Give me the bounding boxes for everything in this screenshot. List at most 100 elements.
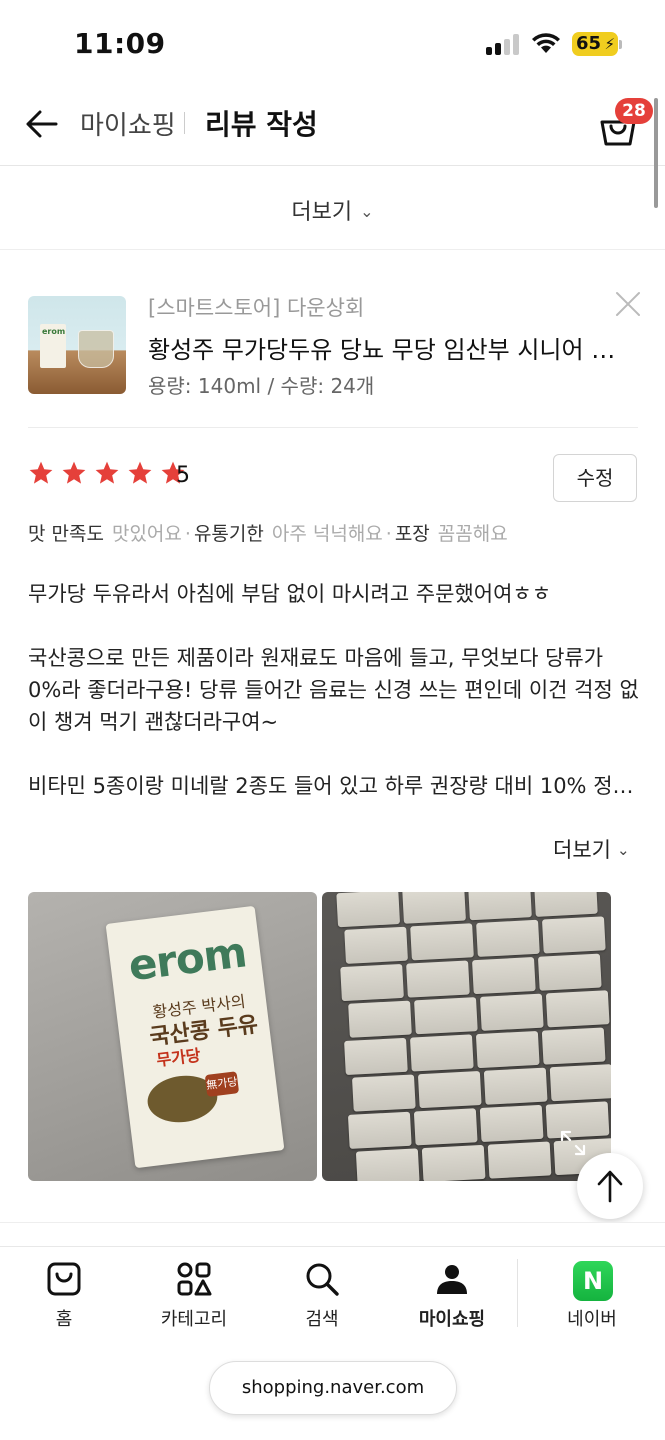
star-icon — [62, 461, 86, 484]
bottom-tab-bar: 홈 카테고리 검색 마이쇼핑 N 네이버 — [0, 1246, 665, 1346]
tab-search[interactable]: 검색 — [262, 1247, 382, 1347]
package-item — [479, 1104, 544, 1143]
home-bag-icon — [47, 1262, 81, 1296]
section-divider — [0, 1222, 665, 1246]
battery-icon: 65 ⚡ — [572, 32, 618, 56]
wifi-icon — [532, 33, 560, 53]
search-icon — [306, 1263, 339, 1296]
package-item — [534, 892, 598, 917]
box-seal: 無가당 — [204, 1071, 240, 1097]
page-header: 마이쇼핑 리뷰 작성 28 — [0, 88, 665, 166]
cart-count-badge: 28 — [615, 98, 653, 124]
product-name: 황성주 무가당두유 당뇨 무당 임산부 시니어 국산콩 두유 140ml 24개 — [148, 336, 618, 364]
package-item — [479, 993, 544, 1031]
charging-bolt-icon: ⚡ — [604, 35, 615, 53]
attr-key-taste: 맛 만족도 — [28, 523, 104, 545]
thumb-cup — [78, 330, 114, 368]
review-paragraph-1: 무가당 두유라서 아침에 부담 없이 마시려고 주문했어여ㅎㅎ — [28, 582, 552, 606]
tab-label: 네이버 — [567, 1309, 617, 1330]
back-arrow-icon[interactable] — [24, 106, 60, 142]
attr-separator: · — [385, 523, 392, 545]
package-item — [340, 963, 404, 1002]
package-item — [413, 1108, 478, 1146]
package-item — [472, 957, 536, 995]
attr-key-expiry: 유통기한 — [193, 523, 264, 545]
package-item — [344, 926, 408, 964]
tab-label: 홈 — [55, 1309, 73, 1330]
tab-myshopping[interactable]: 마이쇼핑 — [392, 1247, 512, 1347]
attr-key-packaging: 포장 — [394, 523, 430, 545]
star-icon — [95, 461, 119, 484]
breadcrumb-separator — [184, 112, 185, 134]
naver-n-icon: N — [573, 1261, 613, 1301]
thumb-product-box: erom — [40, 324, 66, 368]
expand-icon[interactable] — [558, 1128, 588, 1158]
package-item — [409, 1034, 474, 1072]
breadcrumb-myshopping[interactable]: 마이쇼핑 — [80, 105, 176, 142]
person-icon — [437, 1265, 467, 1294]
battery-cap — [619, 40, 622, 49]
product-thumbnail[interactable]: erom — [28, 296, 126, 394]
more-label: 더보기 — [553, 838, 611, 862]
package-item — [545, 990, 610, 1028]
battery-level: 65 — [576, 33, 602, 54]
package-item — [402, 892, 466, 924]
chevron-down-icon: ⌄ — [616, 841, 630, 859]
rating-value: 5 — [176, 463, 190, 488]
star-rating — [28, 460, 188, 490]
package-item — [541, 1027, 606, 1065]
review-photo-1[interactable]: erom 황성주 박사의 국산콩 두유 무가당 無가당 — [28, 892, 317, 1181]
product-option: 용량: 140ml / 수량: 24개 — [148, 374, 375, 398]
package-item — [414, 997, 478, 1035]
scroll-to-top-button[interactable] — [577, 1153, 643, 1219]
chevron-down-icon: ⌄ — [360, 202, 374, 221]
page-title: 리뷰 작성 — [205, 108, 318, 141]
package-item — [549, 1064, 611, 1102]
status-bar: 11:09 65 ⚡ — [0, 0, 665, 88]
store-name: [스마트스토어] 다운상회 — [148, 296, 365, 320]
more-button-top[interactable]: 더보기 ⌄ — [0, 194, 665, 226]
package-item — [541, 916, 606, 954]
review-paragraph-2: 국산콩으로 만든 제품이라 원재료도 마음에 들고, 무엇보다 당류가 0%라 … — [28, 646, 639, 734]
review-paragraph-3: 비타민 5종이랑 미네랄 2종도 들어 있고 하루 권장량 대비 10% 정도 … — [28, 774, 640, 798]
more-button-review[interactable]: 더보기 ⌄ — [553, 834, 630, 864]
attr-separator: · — [184, 523, 191, 545]
tab-home[interactable]: 홈 — [4, 1247, 124, 1347]
package-item — [483, 1067, 548, 1105]
star-icon — [128, 461, 152, 484]
edit-review-button[interactable]: 수정 — [553, 454, 637, 502]
close-icon[interactable] — [614, 290, 642, 318]
package-item — [417, 1071, 482, 1109]
package-item — [406, 960, 470, 998]
box-line-3: 무가당 — [155, 1045, 202, 1070]
box-brand: erom — [125, 927, 249, 991]
package-item — [344, 1037, 408, 1076]
rating-row: 5 수정 — [28, 452, 638, 504]
thumb-brand: erom — [42, 327, 66, 336]
product-card[interactable]: erom [스마트스토어] 다운상회 황성주 무가당두유 당뇨 무당 임산부 시… — [28, 282, 640, 428]
tab-label: 카테고리 — [160, 1309, 228, 1330]
package-item — [410, 923, 474, 961]
more-label: 더보기 — [291, 200, 353, 225]
soy-milk-box: erom 황성주 박사의 국산콩 두유 무가당 無가당 — [105, 905, 285, 1169]
arrow-up-icon — [597, 1170, 623, 1203]
tab-label: 검색 — [305, 1309, 339, 1330]
status-time: 11:09 — [74, 27, 166, 60]
review-body: 무가당 두유라서 아침에 부담 없이 마시려고 주문했어여ㅎㅎ 국산콩으로 만든… — [28, 578, 640, 834]
cellular-signal-icon — [486, 33, 520, 55]
more-section-top: 더보기 ⌄ — [0, 166, 665, 250]
tab-naver[interactable]: N 네이버 — [532, 1247, 652, 1347]
attr-value-expiry: 아주 넉넉해요 — [271, 523, 383, 545]
tab-label: 마이쇼핑 — [418, 1309, 486, 1330]
category-grid-icon — [177, 1262, 212, 1296]
url-bar[interactable]: shopping.naver.com — [209, 1361, 457, 1415]
tab-separator — [517, 1259, 518, 1327]
review-attributes: 맛 만족도 맛있어요 · 유통기한 아주 넉넉해요 · 포장 꼼꼼해요 — [28, 519, 638, 546]
package-item — [487, 1141, 552, 1179]
package-item — [476, 919, 540, 957]
package-item — [348, 1000, 412, 1038]
package-item — [336, 892, 401, 928]
package-item — [347, 1111, 412, 1149]
tab-category[interactable]: 카테고리 — [134, 1247, 254, 1347]
star-icon — [29, 461, 53, 484]
